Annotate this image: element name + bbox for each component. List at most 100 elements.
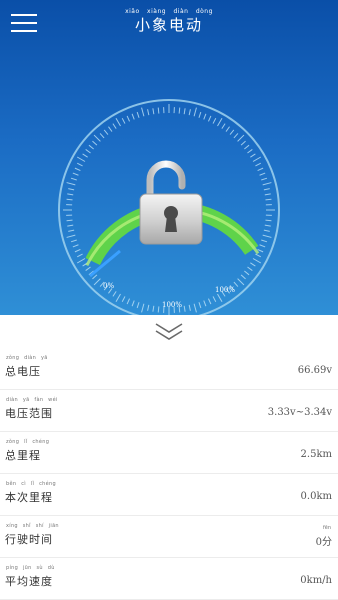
gauge-tick [76,258,86,264]
gauge-tick [265,219,272,222]
gauge-tick [259,172,266,176]
gauge-tick [225,126,230,132]
row-label: 总里程 [5,449,41,462]
list-item-total-voltage[interactable]: zǒng diàn yā 总电压 66.69v [0,348,338,390]
gauge-tick [203,113,207,120]
list-item-driving-time[interactable]: xíng shǐ shí jiān 行驶时间 fēn 0分 [0,516,338,558]
double-chevron-down-icon[interactable] [153,321,185,343]
gauge-tick [85,149,91,154]
row-value-pinyin: fēn [322,525,331,531]
gauge-tick [76,253,83,258]
row-value: 0.0km [300,491,332,502]
list-item-total-mileage[interactable]: zǒng lǐ chéng 总里程 2.5km [0,432,338,474]
row-value: 0km/h [300,575,332,586]
row-label: 总电压 [5,365,41,378]
gauge-tick [76,162,83,167]
gauge-tick [252,156,262,162]
gauge-tick [217,293,223,303]
gauge-tick [257,167,264,172]
gauge-tick [244,144,250,150]
gauge-tick [141,107,145,117]
gauge-tick [252,258,262,264]
row-label: 电压范围 [5,407,53,420]
row-value: 66.69v [297,365,332,376]
gauge-tick [178,107,181,114]
row-label-pinyin: běn cì lǐ chéng [6,481,56,487]
gauge-tick [103,129,109,135]
gauge-tick [262,234,272,238]
list-item-average-speed[interactable]: píng jūn sù dù 平均速度 0km/h [0,558,338,600]
gauge-tick [76,156,86,162]
gauge-tick [74,167,81,172]
gauge-tick [247,266,253,271]
battery-stats-list: zǒng diàn yā 总电压 66.69v diàn yā fàn wéi … [0,348,338,600]
gauge-tick [203,300,207,307]
gauge-tick [240,274,246,280]
gauge-tick [237,134,245,142]
gauge-tick [237,278,245,286]
list-item-voltage-range[interactable]: diàn yā fàn wéi 电压范围 3.33v~3.34v [0,390,338,432]
gauge-tick [67,193,74,196]
gauge-tick [74,248,81,253]
gauge-tick [233,133,239,139]
gauge-tick [250,153,256,158]
gauge-tick [68,229,75,232]
gauge-tick [259,244,266,248]
gauge-tick [99,133,105,139]
gauge-tick [188,109,191,116]
gauge-tick [115,117,121,127]
gauge-tick [115,293,121,303]
gauge-tick [221,123,226,129]
battery-gauge: 0% 100% 100% [58,99,280,315]
gauge-tick [131,300,135,307]
gauge-tick [136,111,140,118]
gauge-tick [108,126,113,132]
gauge-tick [152,305,155,312]
gauge-tick [188,304,191,311]
gauge-tick [157,306,160,313]
gauge-tick [66,198,73,201]
gauge-tick [92,274,98,280]
row-label: 行驶时间 [5,533,53,546]
gauge-min-label: 0% [103,282,114,290]
gauge-tick [92,140,98,146]
gauge-tick [112,291,117,297]
gauge-tick [82,153,88,158]
gauge-tick [240,140,246,146]
gauge-tick [66,182,76,186]
gauge-tick [66,234,76,238]
gauge-tick [261,239,268,243]
gauge-tick [212,117,217,124]
gauge-tick [198,111,202,118]
gauge-tick [244,270,250,276]
gauge-tick [147,304,150,311]
gauge-mid-label: 100% [162,301,182,309]
gauge-tick [66,219,73,222]
gauge-tick [121,117,126,124]
gauge-tick [255,253,262,258]
row-label: 本次里程 [5,491,53,504]
gauge-tick [68,188,75,191]
gauge-tick [261,177,268,181]
row-label-pinyin: diàn yā fàn wéi [6,397,58,403]
gauge-tick [183,305,186,312]
gauge-tick [72,244,79,248]
gauge-tick [157,107,160,114]
unlocked-padlock-icon[interactable] [139,160,203,245]
gauge-tick [152,108,155,115]
gauge-tick [193,303,197,313]
gauge-tick [263,188,270,191]
gauge-tick [126,298,131,305]
gauge-tick [112,123,117,129]
gauge-tick [198,302,202,309]
gauge-tick [85,266,91,271]
gauge-tick [141,303,145,313]
row-label-pinyin: píng jūn sù dù [6,565,55,571]
gauge-tick [193,107,197,117]
row-label: 平均速度 [5,575,53,588]
list-item-trip-mileage[interactable]: běn cì lǐ chéng 本次里程 0.0km [0,474,338,516]
gauge-tick [93,278,101,286]
gauge-tick [264,224,271,227]
gauge-tick [72,172,79,176]
gauge-tick [131,113,135,120]
